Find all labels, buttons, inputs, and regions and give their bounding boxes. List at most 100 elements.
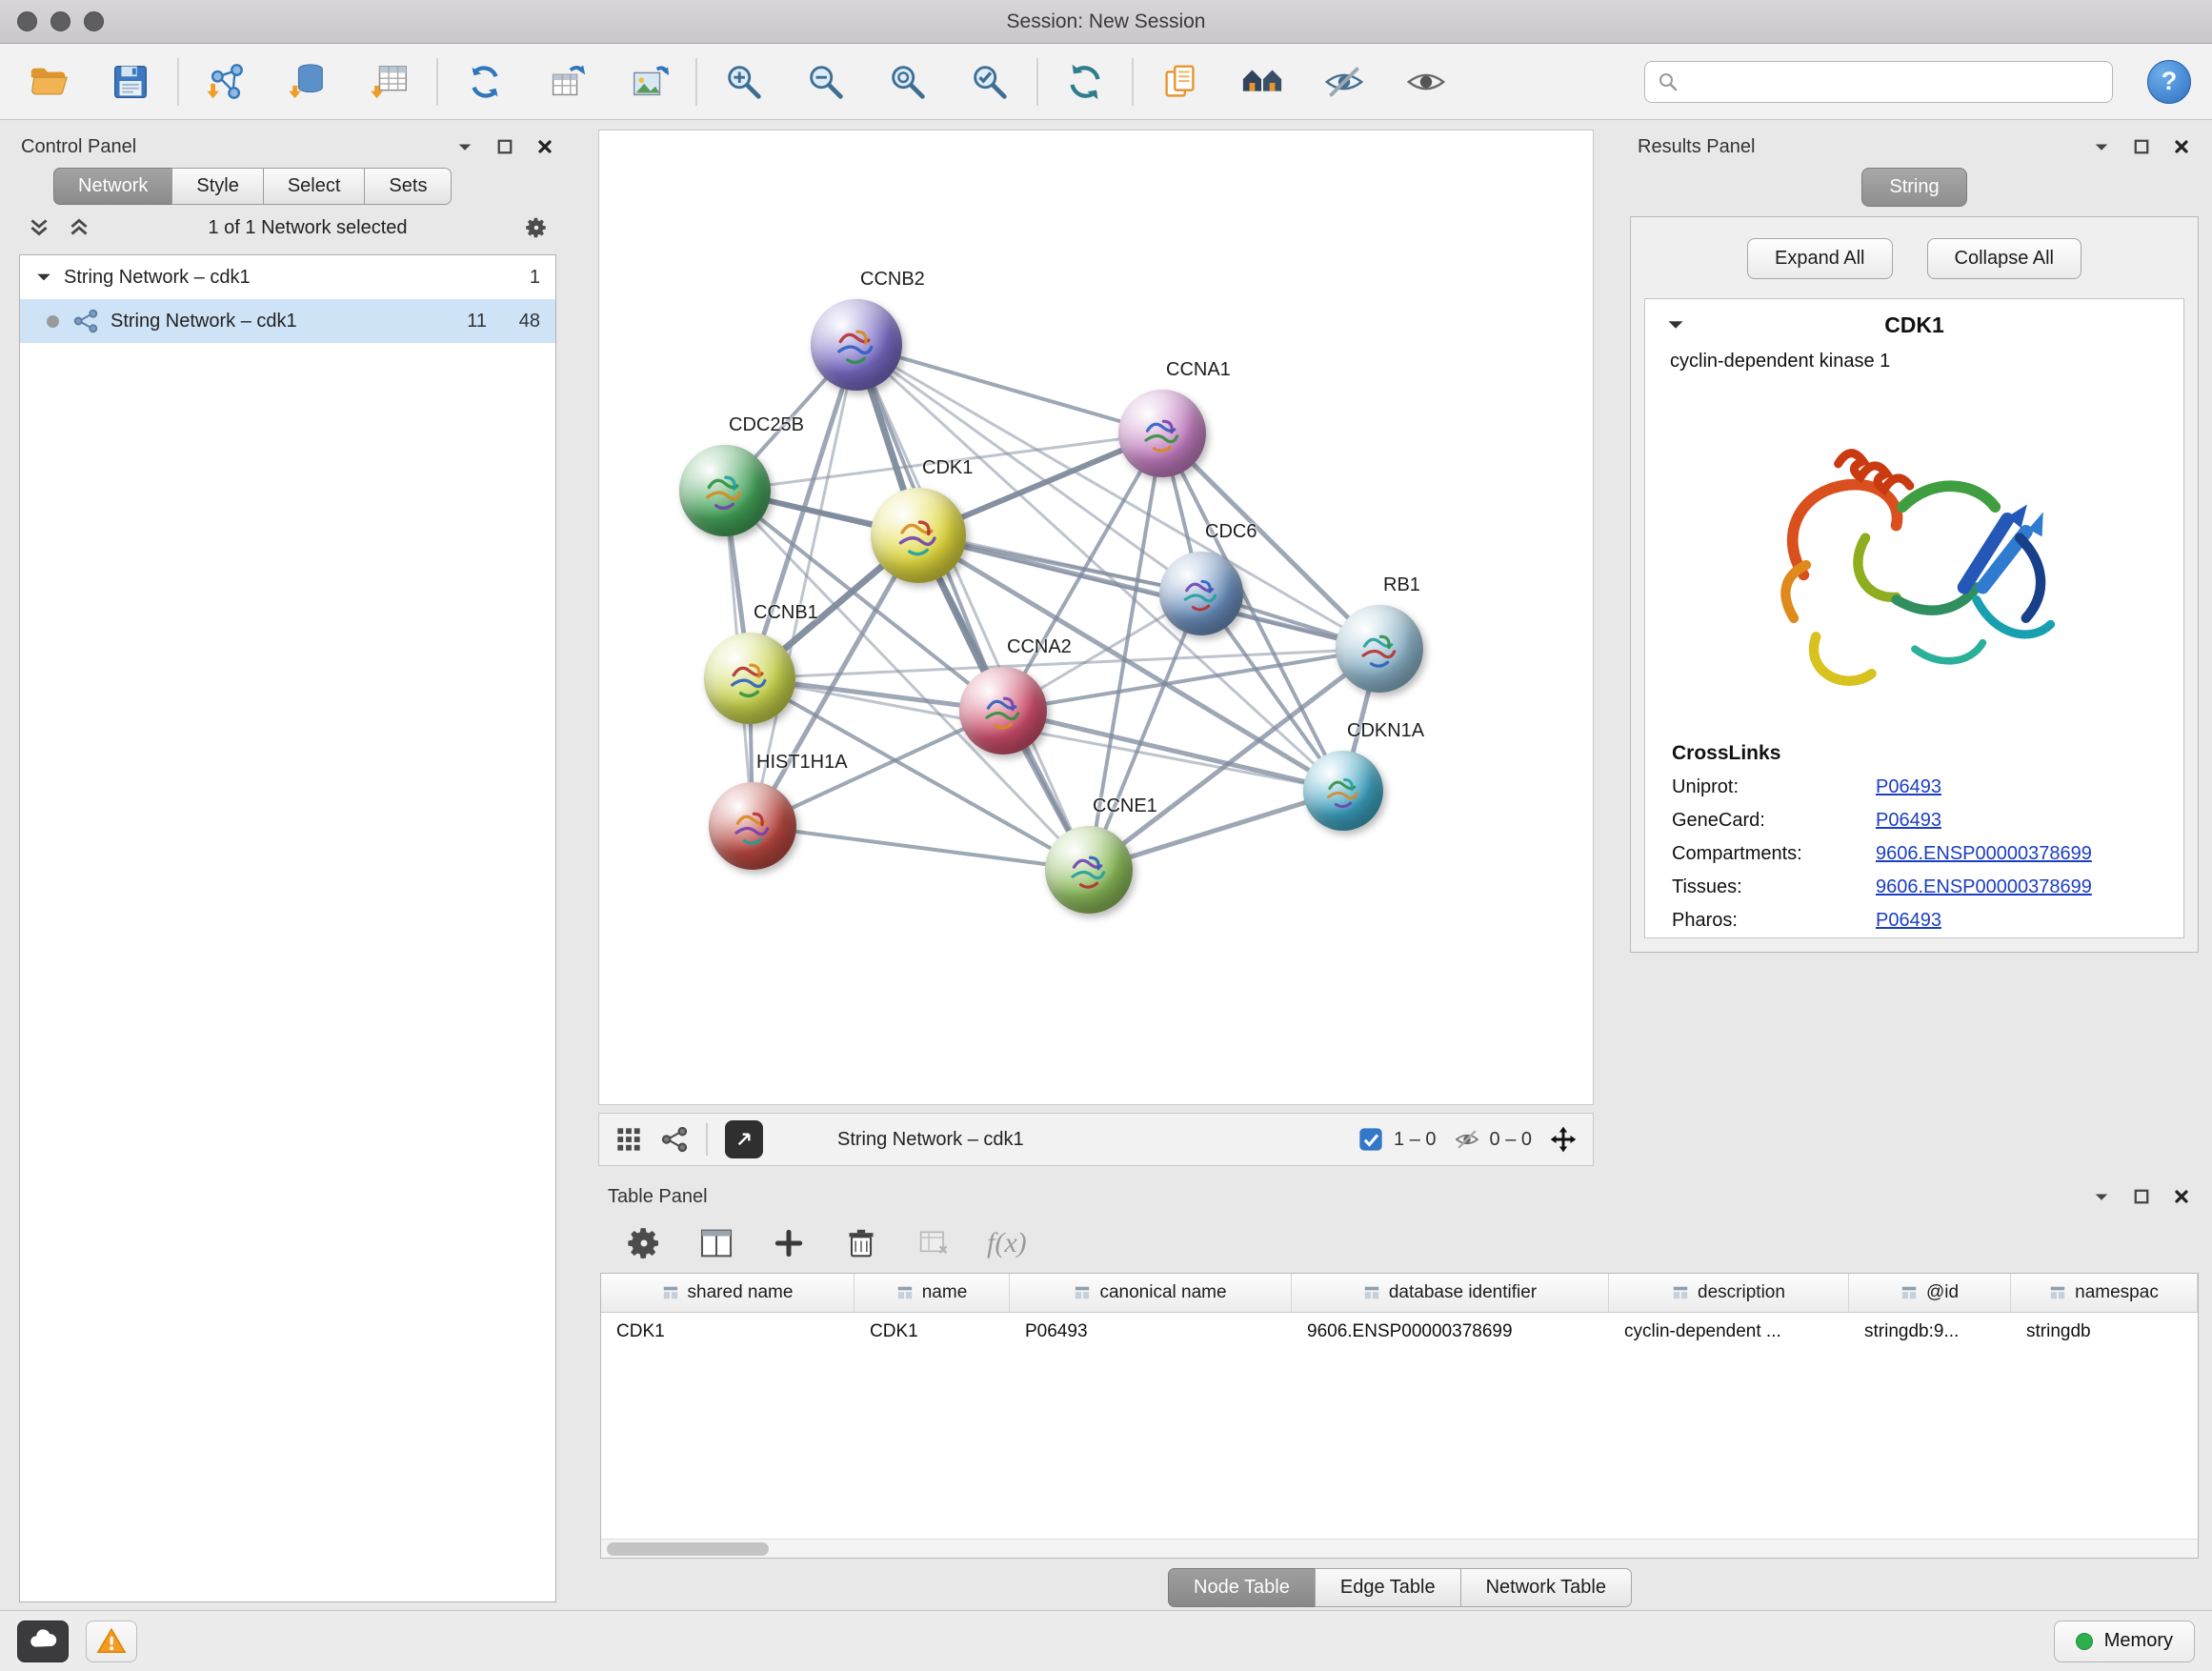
table-cell[interactable]: stringdb [2011, 1313, 2198, 1351]
network-edge[interactable] [856, 345, 1162, 433]
column-header[interactable]: @id [1849, 1274, 2011, 1312]
expand-all-icon[interactable] [67, 215, 91, 240]
cloud-button[interactable] [17, 1621, 69, 1662]
network-node-CDC6[interactable] [1159, 552, 1243, 635]
panel-close-icon[interactable] [2172, 1187, 2191, 1206]
tab-string[interactable]: String [1861, 168, 1966, 207]
crosslink-link[interactable]: P06493 [1876, 776, 1941, 798]
collapse-all-icon[interactable] [27, 215, 51, 240]
table-cell[interactable]: 9606.ENSP00000378699 [1292, 1313, 1609, 1351]
column-header[interactable]: namespac [2011, 1274, 2198, 1312]
scrollbar-thumb[interactable] [607, 1542, 769, 1556]
grid-view-icon[interactable] [614, 1125, 643, 1154]
collapse-triangle-icon[interactable] [35, 269, 52, 286]
apply-layout-button[interactable] [1057, 54, 1113, 110]
tab-edge-table[interactable]: Edge Table [1315, 1568, 1461, 1607]
zoom-selected-button[interactable] [962, 54, 1017, 110]
add-column-plus-icon[interactable] [770, 1224, 808, 1262]
save-session-button[interactable] [103, 54, 158, 110]
column-header[interactable]: canonical name [1010, 1274, 1292, 1312]
network-edge[interactable] [918, 535, 1379, 649]
open-session-button[interactable] [21, 54, 76, 110]
tab-node-table[interactable]: Node Table [1168, 1568, 1316, 1607]
network-node-CCNB2[interactable] [811, 299, 902, 391]
import-table-button[interactable] [362, 54, 417, 110]
warnings-button[interactable] [86, 1621, 137, 1662]
column-header[interactable]: description [1609, 1274, 1849, 1312]
import-network-database-button[interactable] [280, 54, 335, 110]
close-window-button[interactable] [17, 11, 37, 31]
function-builder-button[interactable]: f(x) [987, 1227, 1027, 1259]
hide-selected-button[interactable] [1317, 54, 1372, 110]
memory-button[interactable]: Memory [2054, 1621, 2195, 1662]
network-options-gear-icon[interactable] [524, 215, 549, 240]
import-network-file-button[interactable] [198, 54, 253, 110]
table-cell[interactable]: P06493 [1010, 1313, 1292, 1351]
column-header[interactable]: name [855, 1274, 1010, 1312]
table-settings-gear-icon[interactable] [625, 1224, 663, 1262]
zoom-fit-button[interactable] [880, 54, 935, 110]
delete-column-trash-icon[interactable] [842, 1224, 880, 1262]
network-edge[interactable] [856, 345, 1089, 870]
network-node-CDK1[interactable] [871, 488, 966, 583]
network-row[interactable]: String Network – cdk11148 [20, 299, 555, 343]
column-header[interactable]: database identifier [1292, 1274, 1609, 1312]
first-neighbors-button[interactable] [1235, 54, 1290, 110]
panel-float-icon[interactable] [2132, 137, 2151, 156]
network-node-CDKN1A[interactable] [1303, 751, 1383, 831]
export-table-button[interactable] [539, 54, 594, 110]
network-canvas[interactable]: CCNB2CCNA1CDC25BCDK1CDC6RB1CCNB1CCNA2CDK… [598, 130, 1594, 1105]
hidden-eye-slash-icon[interactable] [1454, 1126, 1480, 1153]
network-node-CCNE1[interactable] [1045, 826, 1133, 914]
network-node-HIST1H1A[interactable] [709, 782, 796, 870]
selected-checkbox-icon[interactable] [1357, 1126, 1384, 1153]
tab-sets[interactable]: Sets [364, 168, 452, 205]
network-node-CCNB1[interactable] [704, 633, 795, 724]
show-columns-icon[interactable] [697, 1224, 735, 1262]
table-cell[interactable]: stringdb:9... [1849, 1313, 2011, 1351]
zoom-out-button[interactable] [798, 54, 854, 110]
collapse-all-button[interactable]: Collapse All [1927, 238, 2082, 279]
panel-float-icon[interactable] [495, 137, 514, 156]
show-all-button[interactable] [1398, 54, 1454, 110]
pan-move-icon[interactable] [1549, 1125, 1578, 1154]
table-row[interactable]: CDK1CDK1P064939606.ENSP00000378699cyclin… [601, 1313, 2198, 1351]
panel-close-icon[interactable] [535, 137, 554, 156]
tab-style[interactable]: Style [171, 168, 263, 205]
table-cell[interactable]: CDK1 [601, 1313, 855, 1351]
panel-float-icon[interactable] [2132, 1187, 2151, 1206]
tab-select[interactable]: Select [263, 168, 366, 205]
panel-menu-icon[interactable] [455, 137, 474, 156]
section-collapse-triangle-icon[interactable] [1666, 315, 1685, 334]
network-node-CDC25B[interactable] [679, 445, 771, 536]
crosslink-link[interactable]: P06493 [1876, 910, 1941, 932]
zoom-in-button[interactable] [716, 54, 772, 110]
network-node-RB1[interactable] [1336, 605, 1423, 693]
network-node-CCNA1[interactable] [1118, 390, 1206, 477]
expand-all-button[interactable]: Expand All [1747, 238, 1893, 279]
protein-section-header[interactable]: CDK1 [1645, 299, 2183, 351]
search-input[interactable] [1689, 70, 2101, 92]
table-cell[interactable]: cyclin-dependent ... [1609, 1313, 1849, 1351]
clone-network-button[interactable] [457, 54, 513, 110]
panel-menu-icon[interactable] [2092, 1187, 2111, 1206]
table-cell[interactable]: CDK1 [855, 1313, 1010, 1351]
network-node-CCNA2[interactable] [959, 667, 1047, 755]
panel-close-icon[interactable] [2172, 137, 2191, 156]
crosslink-link[interactable]: P06493 [1876, 810, 1941, 832]
tab-network[interactable]: Network [53, 168, 172, 205]
crosslink-link[interactable]: 9606.ENSP00000378699 [1876, 876, 2092, 898]
help-button[interactable]: ? [2147, 60, 2191, 104]
table-horizontal-scrollbar[interactable] [601, 1539, 2198, 1558]
network-edge[interactable] [753, 826, 1089, 870]
maximize-window-button[interactable] [84, 11, 104, 31]
panel-menu-icon[interactable] [2092, 137, 2111, 156]
detach-view-button[interactable] [725, 1120, 763, 1158]
birdseye-view-icon[interactable] [660, 1125, 689, 1154]
export-image-button[interactable] [621, 54, 676, 110]
minimize-window-button[interactable] [50, 11, 70, 31]
column-header[interactable]: shared name [601, 1274, 855, 1312]
collection-row[interactable]: String Network – cdk11 [20, 255, 555, 299]
crosslink-link[interactable]: 9606.ENSP00000378699 [1876, 843, 2092, 865]
duplicate-page-button[interactable] [1153, 54, 1208, 110]
